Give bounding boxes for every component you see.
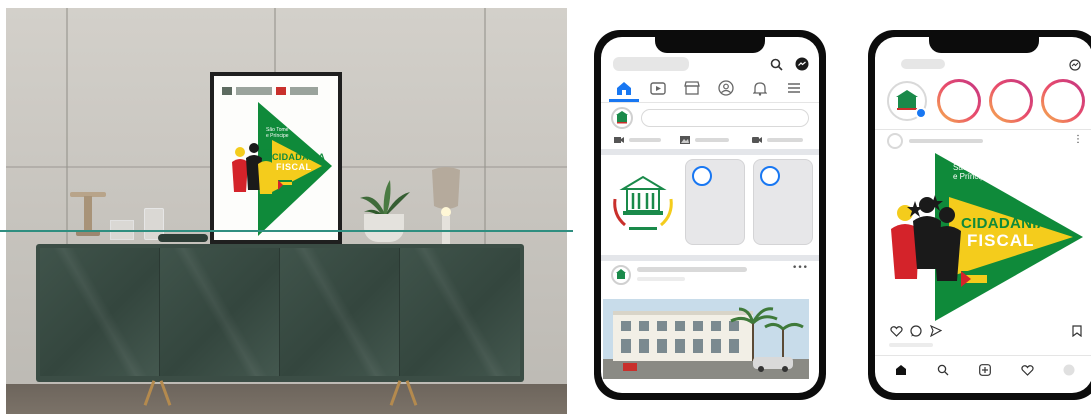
facebook-logo-placeholder <box>613 57 689 71</box>
bell-icon[interactable] <box>749 79 771 97</box>
post-author-avatar[interactable] <box>611 265 631 285</box>
divider <box>875 129 1091 130</box>
post-photo-building <box>603 299 809 379</box>
poster-title-line2: FISCAL <box>276 162 312 172</box>
sideboard <box>36 244 524 382</box>
cidadania-fiscal-poster: São Tomé e Príncipe CIDADANIA FISCAL <box>214 76 338 240</box>
post-title-line2: FISCAL <box>967 231 1035 250</box>
facebook-screen: ••• <box>601 37 819 393</box>
video-icon[interactable] <box>647 79 669 97</box>
sideboard-door <box>400 248 520 376</box>
instagram-screen: ⋮ São Tomé e Príncipe CIDADANIA FISCAL <box>875 37 1091 393</box>
room-icon[interactable] <box>751 135 763 145</box>
search-icon[interactable] <box>767 55 785 73</box>
post-author-placeholder <box>637 267 747 272</box>
guide-line <box>0 230 573 232</box>
instagram-phone-mockup: ⋮ São Tomé e Príncipe CIDADANIA FISCAL <box>868 30 1091 400</box>
comment-icon[interactable] <box>909 325 923 337</box>
sideboard-door <box>160 248 280 376</box>
wood-floor <box>6 384 567 414</box>
story-ring[interactable] <box>1041 79 1085 123</box>
story-create-card[interactable] <box>607 159 679 251</box>
section-separator <box>601 255 819 261</box>
messenger-icon[interactable] <box>793 55 811 73</box>
post-author-placeholder <box>909 139 983 143</box>
story-card[interactable] <box>685 159 745 245</box>
add-story-badge[interactable] <box>915 107 927 119</box>
bookmark-icon[interactable] <box>1071 325 1083 337</box>
photo-icon[interactable] <box>679 135 691 145</box>
heart-icon[interactable] <box>889 325 903 337</box>
post-more-icon[interactable]: ⋮ <box>1073 133 1083 147</box>
composer-label-placeholder <box>695 138 729 142</box>
story-ring[interactable] <box>937 79 981 123</box>
composer-input[interactable] <box>641 109 809 127</box>
post-author-avatar[interactable] <box>887 133 903 149</box>
profile-icon[interactable] <box>1061 363 1077 377</box>
mockup-canvas: São Tomé e Príncipe CIDADANIA FISCAL •••… <box>0 0 1091 414</box>
divider <box>875 355 1091 356</box>
post-title-line1: CIDADANIA <box>961 215 1048 232</box>
tray-decor <box>158 234 208 242</box>
sideboard-door <box>280 248 400 376</box>
share-icon[interactable] <box>929 325 943 337</box>
sideboard-door <box>40 248 160 376</box>
story-card[interactable] <box>753 159 813 245</box>
marketplace-icon[interactable] <box>681 79 703 97</box>
plant-pot <box>364 214 404 242</box>
poster-frame: São Tomé e Príncipe CIDADANIA FISCAL <box>210 72 342 244</box>
home-icon[interactable] <box>893 363 909 377</box>
live-video-icon[interactable] <box>613 135 625 145</box>
composer-label-placeholder <box>767 138 803 142</box>
poster-region-text: São Tomé e Príncipe <box>266 127 289 139</box>
likes-placeholder <box>889 343 933 347</box>
interior-mockup-photo: São Tomé e Príncipe CIDADANIA FISCAL <box>6 8 567 414</box>
phone-notch <box>655 37 765 53</box>
plant-leaves <box>360 180 410 218</box>
home-icon[interactable] <box>613 79 635 97</box>
messenger-icon[interactable] <box>1067 57 1083 73</box>
table-lamp <box>432 167 460 244</box>
profile-icon[interactable] <box>715 79 737 97</box>
post-time-placeholder <box>637 277 685 281</box>
instagram-post-image: São Tomé e Príncipe CIDADANIA FISCAL <box>887 151 1085 321</box>
phone-notch <box>929 37 1039 53</box>
post-more-icon[interactable]: ••• <box>791 263 809 273</box>
page-avatar[interactable] <box>611 107 633 129</box>
heart-icon[interactable] <box>1019 363 1035 377</box>
search-icon[interactable] <box>935 363 951 377</box>
poster-title-line1: CIDADANIA <box>272 152 326 162</box>
composer-label-placeholder <box>629 138 661 142</box>
section-separator <box>601 149 819 155</box>
add-icon[interactable] <box>977 363 993 377</box>
post-region-text: São Tomé e Príncipe <box>953 163 990 182</box>
ministry-logo <box>613 175 673 230</box>
divider <box>601 102 819 103</box>
story-ring[interactable] <box>989 79 1033 123</box>
poster-header-logos <box>222 82 322 95</box>
facebook-phone-mockup: ••• <box>594 30 826 400</box>
instagram-logo-placeholder <box>901 59 945 69</box>
menu-icon[interactable] <box>783 79 805 97</box>
